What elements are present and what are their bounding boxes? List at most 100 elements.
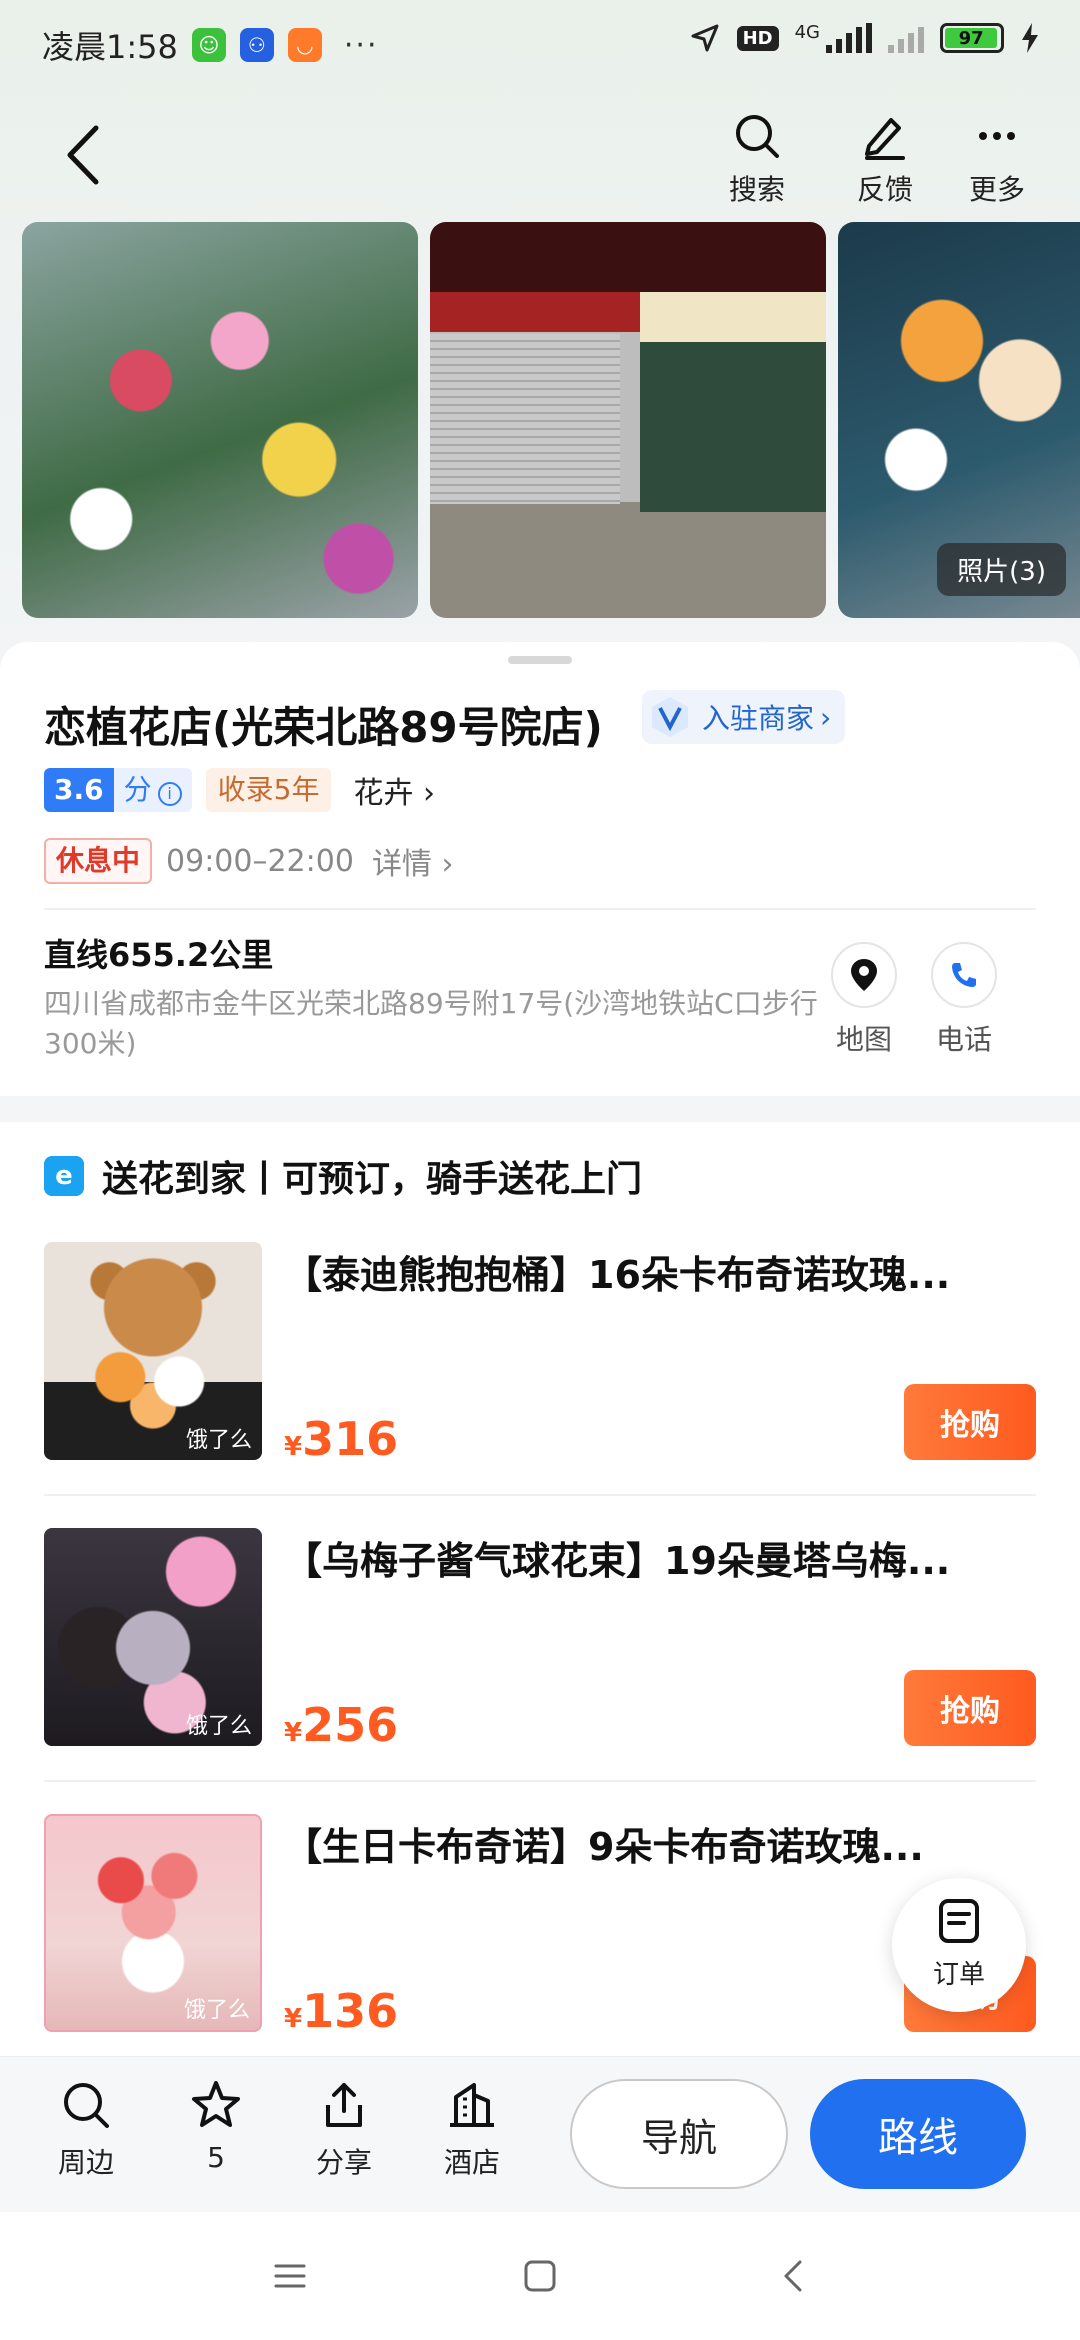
opening-hours: 09:00–22:00 — [166, 843, 354, 879]
signal-secondary-icon — [888, 23, 924, 53]
hours-detail-link[interactable]: 详情 › — [372, 839, 454, 883]
price-symbol: ¥ — [284, 1432, 303, 1462]
home-icon[interactable] — [518, 2254, 562, 2298]
product-price: ¥256 — [284, 1698, 398, 1752]
drag-handle[interactable] — [508, 656, 572, 664]
product-image[interactable]: 饿了么 — [44, 1528, 262, 1746]
score-value: 3.6 — [44, 768, 114, 812]
status-indicators: HD 4G 97 — [689, 22, 1040, 54]
phone-icon-circle — [931, 942, 997, 1008]
delivery-header: e 送花到家丨可预订，骑手送花上门 — [44, 1150, 642, 1202]
charging-icon — [1022, 23, 1038, 53]
product-source-tag: 饿了么 — [183, 1998, 250, 2023]
hotel-icon — [450, 2083, 494, 2127]
system-navigation-bar — [0, 2212, 1080, 2340]
product-item[interactable]: 饿了么 【泰迪熊抱抱桶】16朵卡布奇诺玫瑰... ¥316 抢购 — [44, 1242, 1036, 1466]
product-title: 【生日卡布奇诺】9朵卡布奇诺玫瑰... — [284, 1825, 924, 1869]
photo-count-button[interactable]: 照片(3) — [937, 543, 1066, 596]
search-button[interactable]: 搜索 — [712, 112, 802, 208]
phone-label: 电话 — [935, 1023, 992, 1056]
hotel-button[interactable]: 酒店 — [422, 2079, 522, 2181]
shop-photo-interior[interactable] — [22, 222, 418, 618]
hours-row: 休息中 09:00–22:00 详情 › — [44, 838, 453, 884]
address[interactable]: 四川省成都市金牛区光荣北路89号附17号(沙湾地铁站C口步行300米) — [44, 984, 824, 1064]
score-unit: 分i — [113, 768, 192, 812]
more-label: 更多 — [968, 173, 1025, 206]
merchant-badge[interactable]: 入驻商家 › — [642, 690, 846, 744]
score-badge[interactable]: 3.6 分i — [44, 768, 192, 812]
status-time: 凌晨1:58 — [42, 28, 178, 66]
product-source-tag: 饿了么 — [185, 1714, 252, 1739]
category-label: 花卉 — [353, 776, 414, 811]
product-image[interactable]: 饿了么 — [44, 1814, 262, 2032]
price-value: 316 — [302, 1412, 399, 1466]
chevron-right-icon: › — [820, 700, 832, 734]
photo-gallery[interactable]: 照片(3) — [22, 222, 1080, 618]
route-button[interactable]: 路线 — [810, 2079, 1026, 2189]
verified-merchant-icon — [652, 697, 688, 737]
product-item[interactable]: 饿了么 【生日卡布奇诺】9朵卡布奇诺玫瑰... ¥136 抢购 — [44, 1814, 1036, 2038]
more-notifications-icon: ··· — [343, 27, 379, 63]
hotel-label: 酒店 — [443, 2146, 500, 2179]
category-link[interactable]: 花卉 › — [353, 768, 435, 812]
detail-label: 详情 — [371, 847, 432, 882]
order-list-icon — [939, 1899, 979, 1943]
buy-button[interactable]: 抢购 — [904, 1384, 1036, 1460]
info-icon: i — [157, 782, 182, 806]
favorite-button[interactable]: 5 — [166, 2079, 266, 2174]
order-fab[interactable]: 订单 — [892, 1878, 1026, 2012]
years-tag: 收录5年 — [205, 768, 332, 812]
search-icon — [736, 115, 779, 158]
product-title: 【乌梅子酱气球花束】19朵曼塔乌梅... — [284, 1539, 951, 1583]
battery-icon: 97 — [940, 23, 1004, 53]
search-icon — [64, 2083, 109, 2128]
feedback-button[interactable]: 反馈 — [840, 112, 930, 208]
buy-button[interactable]: 抢购 — [904, 1670, 1036, 1746]
shop-photo-bouquet[interactable]: 照片(3) — [838, 222, 1080, 618]
battery-level: 97 — [945, 28, 998, 49]
product-image[interactable]: 饿了么 — [44, 1242, 262, 1460]
search-label: 搜索 — [728, 173, 785, 206]
distance: 直线655.2公里 — [44, 936, 274, 974]
merchant-label: 入驻商家 — [702, 702, 815, 735]
map-button[interactable]: 地图 — [824, 942, 904, 1058]
share-icon — [326, 2083, 362, 2127]
order-label: 订单 — [932, 1960, 985, 1990]
section-gap — [0, 1096, 1080, 1122]
edit-icon — [865, 118, 905, 160]
map-label: 地图 — [835, 1023, 892, 1056]
bottom-toolbar: 周边 5 分享 酒店 导航 路线 — [0, 2056, 1080, 2212]
phone-button[interactable]: 电话 — [924, 942, 1004, 1058]
feedback-label: 反馈 — [856, 173, 913, 206]
price-symbol: ¥ — [284, 1718, 303, 1748]
rating-row: 3.6 分i 收录5年 花卉 › — [44, 768, 435, 812]
shop-photo-storefront[interactable] — [430, 222, 826, 618]
back-arrow-icon — [67, 125, 99, 185]
hd-icon: HD — [736, 25, 779, 51]
share-button[interactable]: 分享 — [294, 2079, 394, 2181]
product-item[interactable]: 饿了么 【乌梅子酱气球花束】19朵曼塔乌梅... ¥256 抢购 — [44, 1528, 1036, 1752]
phone-icon — [952, 963, 976, 987]
map-icon-circle — [831, 942, 897, 1008]
product-price: ¥136 — [284, 1984, 398, 2038]
navigate-button[interactable]: 导航 — [570, 2079, 788, 2189]
nearby-button[interactable]: 周边 — [36, 2079, 136, 2181]
menu-icon[interactable] — [268, 2254, 312, 2298]
signal-icon — [826, 23, 872, 53]
product-title: 【泰迪熊抱抱桶】16朵卡布奇诺玫瑰... — [284, 1253, 951, 1297]
delivery-title: 送花到家丨可预订，骑手送花上门 — [102, 1159, 643, 1200]
star-icon — [192, 2081, 240, 2127]
eleme-logo-icon: e — [44, 1156, 84, 1196]
status-badge: 休息中 — [44, 838, 153, 884]
share-label: 分享 — [315, 2146, 372, 2179]
product-price: ¥316 — [284, 1412, 398, 1466]
price-symbol: ¥ — [284, 2004, 303, 2034]
row-divider — [44, 1780, 1036, 1782]
system-back-icon[interactable] — [772, 2254, 816, 2298]
product-source-tag: 饿了么 — [185, 1428, 252, 1453]
back-button[interactable] — [58, 120, 118, 190]
storefront-shutter — [430, 334, 620, 504]
favorite-count: 5 — [207, 2141, 225, 2174]
map-pin-icon — [851, 959, 877, 991]
more-button[interactable]: 更多 — [952, 112, 1042, 208]
